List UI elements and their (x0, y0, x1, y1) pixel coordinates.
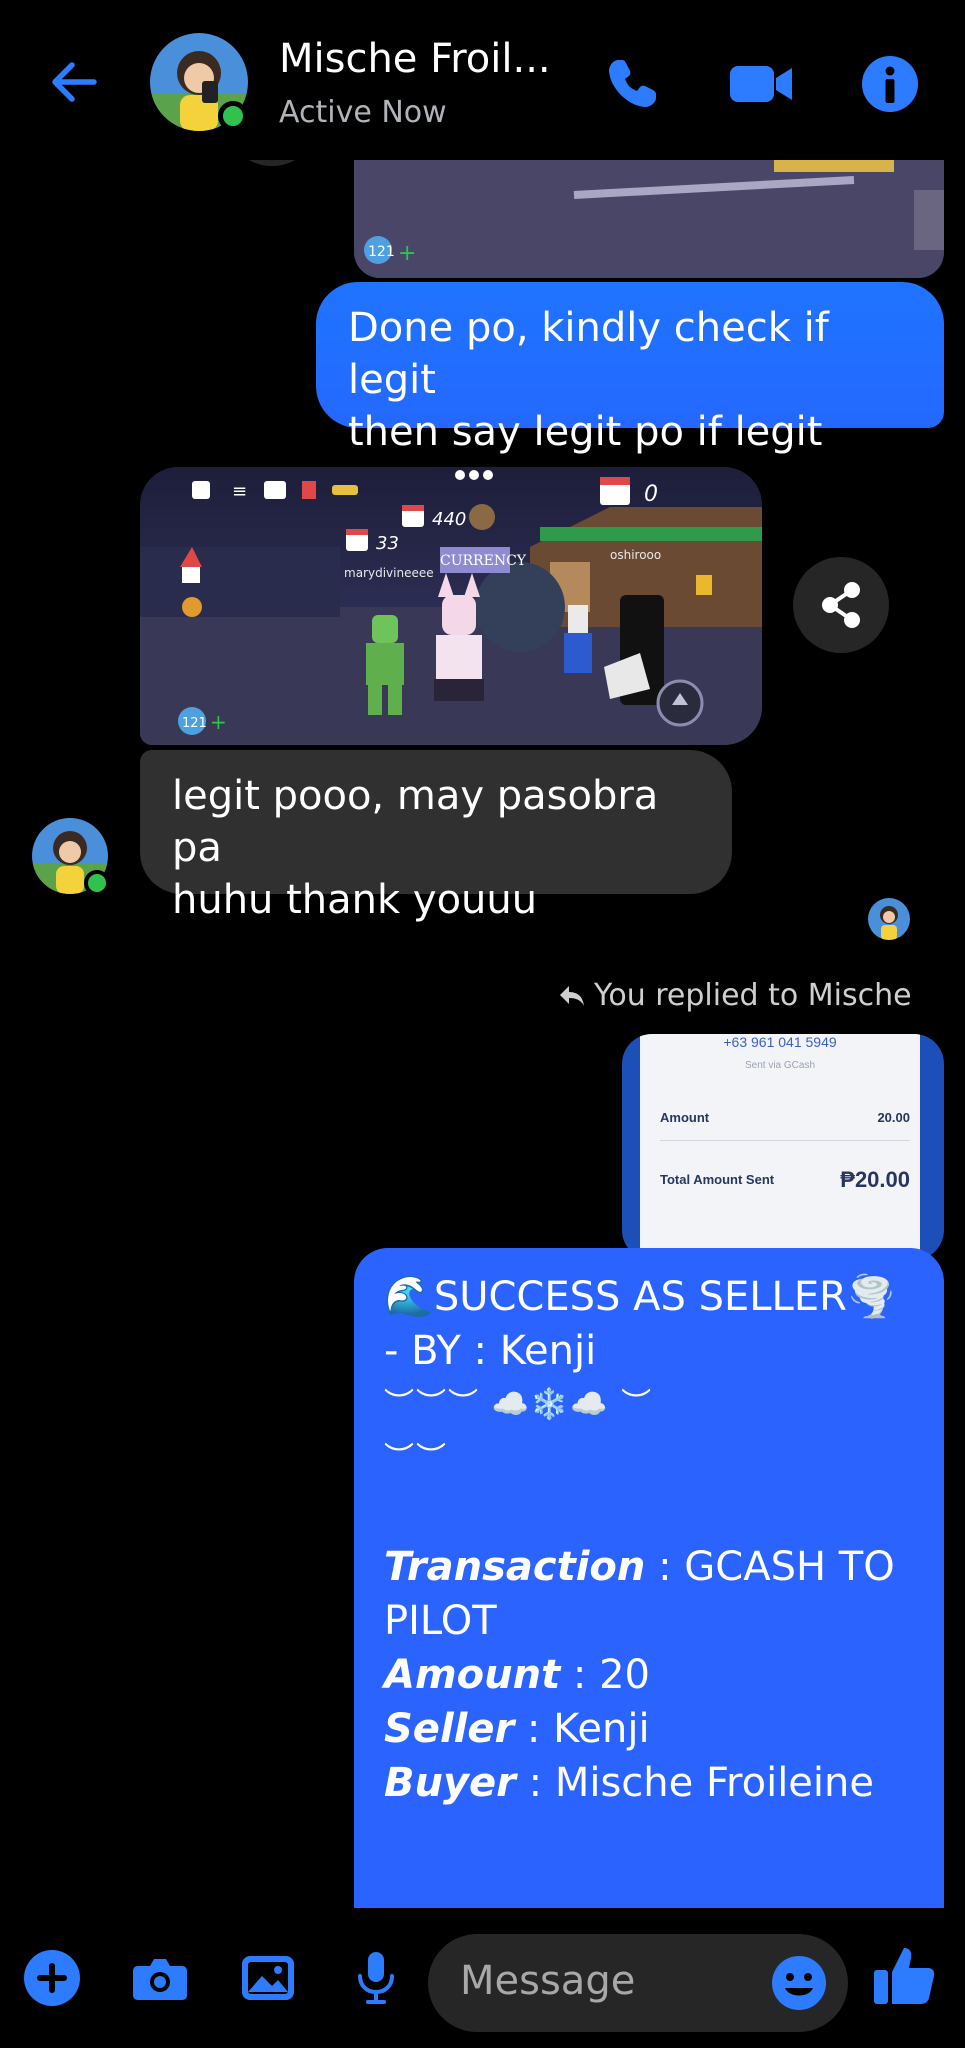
stat-0-label: 0 (644, 482, 658, 507)
microphone-icon[interactable] (346, 1948, 406, 2008)
online-indicator (84, 870, 110, 896)
message-text-line: Done po, kindly check if legit (348, 305, 829, 403)
transaction-line-cont: PILOT (384, 1598, 497, 1644)
info-icon[interactable] (858, 52, 922, 116)
message-input[interactable]: Message (428, 1934, 848, 2032)
contact-name[interactable]: Mische Froil... (279, 36, 551, 82)
receipt-amount-label: Amount (660, 1110, 710, 1125)
svg-text:121: 121 (368, 244, 395, 260)
online-indicator (218, 101, 248, 131)
receipt-phone: +63 961 041 5949 (723, 1034, 837, 1050)
thumbs-up-icon[interactable] (870, 1942, 938, 2010)
robux-badge: 121 (182, 716, 207, 731)
seller-line: Seller : Kenji (384, 1706, 650, 1752)
player-name-tag: marydivineeee (344, 566, 434, 580)
message-text-line: legit pooo, may pasobra pa (172, 773, 659, 871)
wave-icon: 🌊 (384, 1274, 434, 1320)
buyer-line: Buyer : Mische Froileine (384, 1760, 874, 1806)
svg-text:+: + (398, 241, 416, 266)
currency-sign: CURRENCY (440, 553, 527, 569)
camera-icon[interactable] (130, 1948, 190, 2008)
plus-icon[interactable] (22, 1948, 82, 2008)
video-camera-icon[interactable] (728, 52, 796, 116)
game-screenshot-image[interactable]: ≡ 440 33 0 CURRENCY marydivineeee oshiro… (140, 467, 762, 745)
incoming-message[interactable]: legit pooo, may pasobra pa huhu thank yo… (140, 750, 732, 923)
message-text-line: then say legit po if legit (348, 409, 823, 455)
decorative-line: ︶︶︶ ☁️❄️☁️ ︶ (384, 1387, 654, 1422)
reply-arrow-icon (560, 986, 584, 1006)
seller-card-by: - BY : Kenji (384, 1328, 597, 1374)
seen-receipt-avatar (868, 898, 910, 940)
decorative-line: ︶︶ (384, 1441, 448, 1476)
back-arrow-icon[interactable] (44, 52, 104, 112)
share-icon (822, 582, 860, 628)
receipt-total-label: Total Amount Sent (660, 1172, 775, 1187)
seller-card-message[interactable]: 🌊SUCCESS AS SELLER🌪️ - BY : Kenji ︶︶︶ ☁️… (354, 1248, 944, 1908)
receipt-amount-row: Amount 20.00 (660, 1110, 910, 1125)
svg-text:+: + (210, 710, 227, 734)
chat-header: Mische Froil... Active Now (0, 0, 965, 160)
reply-indicator: You replied to Mische (558, 978, 912, 1013)
other-player-tag: oshirooo (610, 548, 661, 562)
replied-receipt-image[interactable]: +63 961 041 5949 Sent via GCash Amount 2… (622, 1034, 944, 1260)
seller-card-title: 🌊SUCCESS AS SELLER🌪️ (384, 1274, 897, 1320)
reply-label-text: You replied to Mische (594, 978, 912, 1013)
active-status: Active Now (279, 95, 447, 130)
outgoing-message[interactable]: Done po, kindly check if legit then say … (316, 282, 944, 455)
stat-33-label: 33 (376, 533, 399, 554)
stat-440-label: 440 (432, 509, 466, 530)
share-button[interactable] (793, 557, 889, 653)
message-text-line: huhu thank youuu (172, 877, 538, 923)
receipt-amount-value: 20.00 (877, 1110, 910, 1125)
receipt-total-row: Total Amount Sent ₱20.00 (660, 1167, 910, 1192)
svg-text:≡: ≡ (232, 481, 247, 502)
gallery-icon[interactable] (238, 1948, 298, 2008)
tornado-icon: 🌪️ (846, 1274, 897, 1320)
receipt-total-value: ₱20.00 (840, 1167, 910, 1192)
emoji-icon[interactable] (770, 1954, 828, 2012)
transaction-line: Transaction : GCASH TO (384, 1544, 895, 1590)
receipt-sent-via: Sent via GCash (744, 1060, 816, 1071)
message-placeholder: Message (460, 1958, 636, 2004)
phone-icon[interactable] (600, 52, 664, 116)
amount-line: Amount : 20 (384, 1652, 651, 1698)
